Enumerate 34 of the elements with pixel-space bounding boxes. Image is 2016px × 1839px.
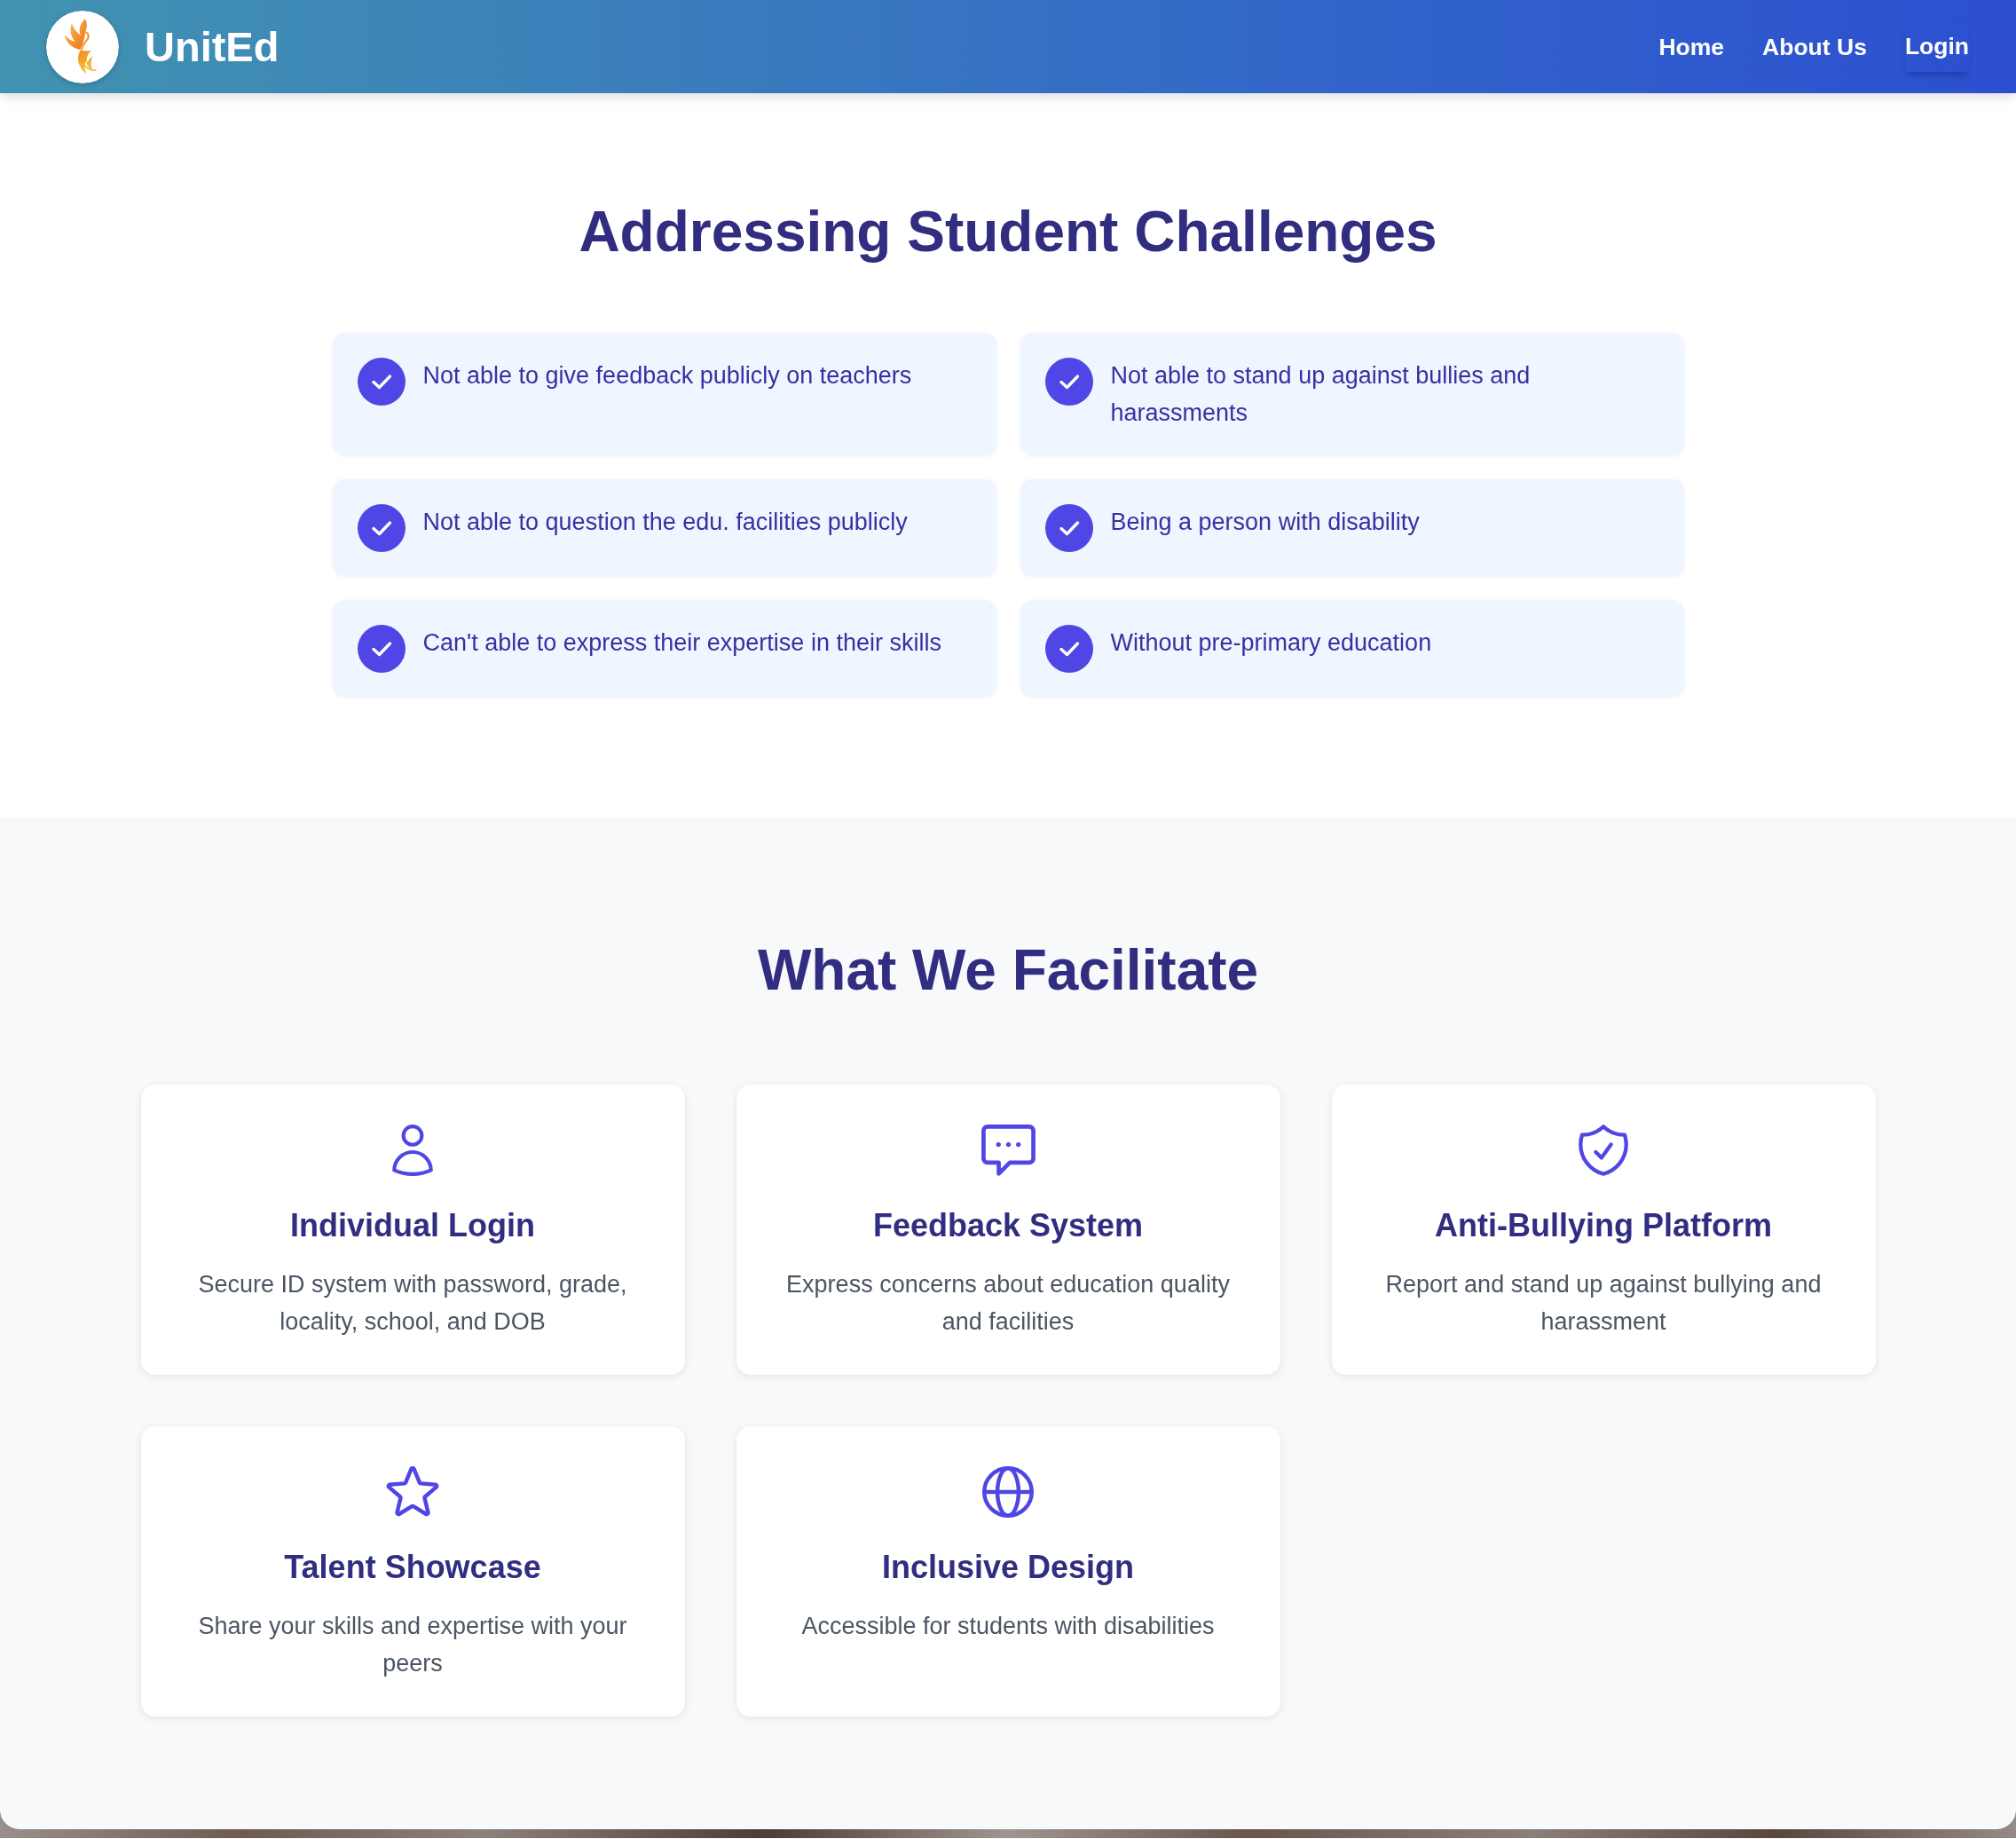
chat-bubble-icon [980, 1125, 1036, 1176]
challenge-text: Can't able to express their expertise in their skills [422, 628, 941, 658]
challenge-text: Not able to question the edu. facilities publicly [422, 508, 908, 537]
check-circle-icon [357, 625, 406, 673]
challenge-text: Without pre-primary education [1110, 628, 1432, 658]
brand-name[interactable]: UnitEd [145, 21, 280, 72]
section-heading: What We Facilitate [757, 937, 1259, 1004]
check-circle-icon [1044, 504, 1093, 552]
feature-title: Anti-Bullying Platform [1435, 1206, 1772, 1245]
feature-description: Express concerns about education quality and facilities [785, 1270, 1231, 1337]
check-circle-icon [1044, 358, 1093, 406]
nav-link[interactable]: Home [1658, 31, 1725, 62]
challenge-text: Not able to give feedback publicly on teachers [422, 361, 912, 391]
globe-icon [982, 1466, 1034, 1518]
feature-title: Talent Showcase [284, 1548, 541, 1587]
star-icon [386, 1466, 439, 1518]
person-icon [392, 1125, 433, 1176]
shield-check-icon [1579, 1125, 1628, 1176]
feature-description: Report and stand up against bullying and harassment [1384, 1270, 1823, 1337]
feature-description: Share your skills and expertise with your peers [197, 1612, 628, 1678]
nav-link[interactable]: About Us [1762, 31, 1867, 62]
feature-description: Accessible for students with disabilities [801, 1612, 1215, 1641]
feature-title: Feedback System [872, 1206, 1144, 1245]
feature-title: Individual Login [290, 1206, 535, 1245]
feature-title: Inclusive Design [881, 1548, 1135, 1587]
check-circle-icon [357, 358, 406, 406]
section-heading: Addressing Student Challenges [579, 199, 1437, 265]
check-circle-icon [357, 504, 406, 552]
feature-description: Secure ID system with password, grade, locality, school, and DOB [197, 1270, 628, 1337]
challenge-text: Being a person with disability [1110, 508, 1420, 537]
check-circle-icon [1044, 625, 1093, 673]
nav-button[interactable]: Login [1904, 21, 1969, 72]
bird-logo-icon [46, 10, 119, 83]
challenge-text: Not able to stand up against bullies and harassments [1110, 361, 1532, 428]
